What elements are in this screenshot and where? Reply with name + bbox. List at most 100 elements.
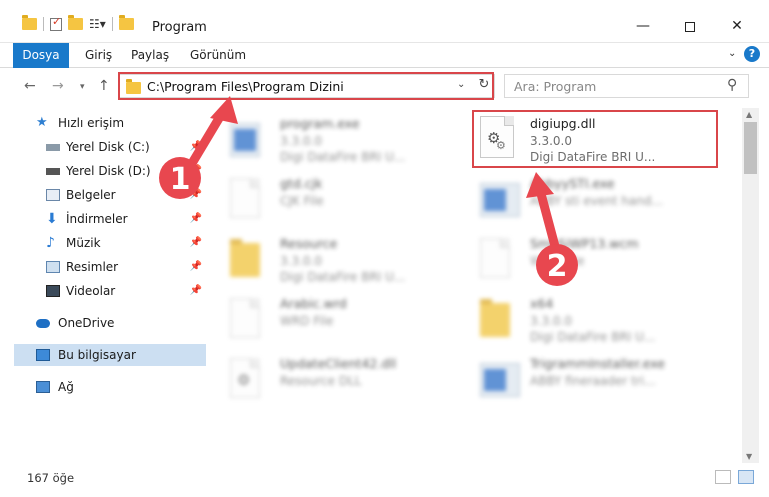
file-type: WCM File (530, 254, 585, 268)
search-input[interactable]: Ara: Program (514, 79, 596, 94)
download-icon: ⬇ (46, 211, 58, 227)
new-folder-icon[interactable] (68, 15, 83, 30)
up-button[interactable]: ↑ (98, 78, 110, 94)
file-name: SmbSiWP13.wcm (530, 236, 639, 251)
sidebar-item-label: OneDrive (58, 316, 115, 330)
list-item[interactable]: gtd.cjk CJK File (220, 172, 460, 230)
sidebar-item-videos[interactable]: Videolar 📌 (28, 280, 206, 302)
sidebar-item-label: Hızlı erişim (58, 116, 125, 130)
folder-icon (22, 15, 37, 30)
tab-file[interactable]: Dosya (13, 43, 69, 68)
help-icon[interactable]: ? (744, 46, 760, 62)
file-icon (480, 238, 516, 282)
sidebar-item-this-pc[interactable]: Bu bilgisayar (14, 344, 206, 366)
file-name: gtd.cjk (280, 176, 323, 191)
file-name: program.exe (280, 116, 360, 131)
title-bar: ☷▾ Program — ✕ (0, 0, 769, 43)
file-name: Resource (280, 236, 338, 251)
list-item[interactable]: program.exe 3.3.0.0 Digi DataFire BRI U.… (220, 112, 460, 170)
scroll-down-icon[interactable]: ▼ (746, 452, 752, 461)
file-version: 3.3.0.0 (530, 314, 572, 328)
recent-locations-button[interactable]: ▾ (80, 82, 85, 92)
file-name: AbbyySTI.exe (530, 176, 615, 191)
computer-icon (36, 349, 50, 361)
file-type: CJK File (280, 194, 324, 208)
sidebar-item-label: Videolar (66, 284, 116, 298)
sidebar-item-pictures[interactable]: Resimler 📌 (28, 256, 206, 278)
minimize-button[interactable]: — (620, 18, 666, 38)
list-item[interactable]: AbbyySTI.exe ABBY sti event hand... (470, 172, 710, 230)
maximize-button[interactable] (667, 18, 713, 38)
music-icon: ♪ (46, 235, 55, 251)
scroll-up-icon[interactable]: ▲ (746, 110, 752, 119)
search-box[interactable]: Ara: Program ⚲ (504, 74, 749, 98)
sidebar-item-quick-access[interactable]: ★ Hızlı erişim (14, 112, 206, 134)
file-description: Digi DataFire BRI U... (280, 150, 406, 164)
tab-home[interactable]: Giriş (85, 43, 112, 68)
video-icon (46, 285, 60, 297)
sidebar-item-onedrive[interactable]: OneDrive (14, 312, 206, 334)
close-button[interactable]: ✕ (714, 18, 760, 38)
pin-icon[interactable]: 📌 (190, 136, 202, 158)
window-folder-icon (118, 15, 134, 30)
sidebar-item-network[interactable]: Ağ (14, 376, 206, 398)
folder-icon (230, 238, 266, 282)
list-item[interactable]: x64 3.3.0.0 Digi DataFire BRI U... (470, 292, 710, 350)
pin-icon[interactable]: 📌 (190, 232, 202, 254)
sidebar-item-disk-c[interactable]: Yerel Disk (C:) 📌 (28, 136, 206, 158)
file-name: UpdateClient42.dll (280, 356, 397, 371)
address-dropdown-icon[interactable]: ⌄ (457, 79, 465, 90)
list-item[interactable]: SmbSiWP13.wcm WCM File (470, 232, 710, 290)
file-description: ABBY fineraader tri... (530, 374, 656, 388)
ribbon-tabs: Dosya Giriş Paylaş Görünüm (0, 43, 769, 68)
file-list: program.exe 3.3.0.0 Digi DataFire BRI U.… (220, 108, 740, 463)
search-icon[interactable]: ⚲ (727, 77, 737, 93)
sidebar-item-label: Yerel Disk (C:) (66, 140, 150, 154)
pin-icon[interactable]: 📌 (190, 208, 202, 230)
navigation-pane: ★ Hızlı erişim Yerel Disk (C:) 📌 Yerel D… (0, 108, 210, 463)
folder-icon (480, 298, 516, 342)
address-path[interactable]: C:\Program Files\Program Dizini (147, 79, 344, 94)
ribbon-expand-icon[interactable]: ⌄ (728, 48, 736, 59)
file-version: 3.3.0.0 (280, 254, 322, 268)
scrollbar-thumb[interactable] (744, 122, 757, 174)
file-description: Digi DataFire BRI U... (530, 330, 656, 344)
list-item[interactable]: Resource 3.3.0.0 Digi DataFire BRI U... (220, 232, 460, 290)
pin-icon[interactable]: 📌 (190, 184, 202, 206)
list-item[interactable]: Arabic.wrd WRD File (220, 292, 460, 350)
sidebar-item-documents[interactable]: Belgeler 📌 (28, 184, 206, 206)
sidebar-item-label: Müzik (66, 236, 101, 250)
back-button[interactable]: ← (24, 78, 36, 94)
sidebar-item-disk-d[interactable]: Yerel Disk (D:) 📌 (28, 160, 206, 182)
refresh-icon[interactable]: ↻ (475, 77, 493, 95)
tab-share[interactable]: Paylaş (131, 43, 169, 68)
list-item[interactable]: ⚙ UpdateClient42.dll Resource DLL (220, 352, 460, 410)
dll-icon: ⚙ (230, 358, 266, 402)
details-view-icon[interactable] (715, 470, 731, 484)
list-item[interactable]: TrigrammInstaller.exe ABBY fineraader tr… (470, 352, 710, 410)
pin-icon[interactable]: 📌 (190, 160, 202, 182)
star-icon: ★ (36, 115, 48, 130)
file-description: ABBY sti event hand... (530, 194, 663, 208)
file-name: digiupg.dll (530, 116, 596, 131)
pictures-icon (46, 261, 60, 273)
vertical-scrollbar[interactable]: ▲ ▼ (742, 108, 759, 463)
pin-icon[interactable]: 📌 (190, 280, 202, 302)
tiles-view-icon[interactable] (738, 470, 754, 484)
tab-view[interactable]: Görünüm (190, 43, 246, 68)
address-bar[interactable]: C:\Program Files\Program Dizini ⌄ ↻ (119, 74, 495, 98)
sidebar-item-music[interactable]: ♪ Müzik 📌 (28, 232, 206, 254)
documents-icon (46, 189, 60, 201)
file-description: Digi DataFire BRI U... (530, 150, 656, 164)
file-name: TrigrammInstaller.exe (530, 356, 665, 371)
status-bar: 167 öğe (0, 465, 769, 497)
separator (43, 17, 44, 31)
list-item-digiupg-dll[interactable]: ⚙ ⚙ digiupg.dll 3.3.0.0 Digi DataFire BRI… (470, 112, 710, 170)
qa-dropdown-icon[interactable]: ☷▾ (89, 17, 106, 31)
sidebar-item-label: İndirmeler (66, 212, 128, 226)
file-icon (230, 178, 266, 222)
properties-icon[interactable] (50, 15, 62, 31)
pin-icon[interactable]: 📌 (190, 256, 202, 278)
forward-button[interactable]: → (52, 78, 64, 94)
sidebar-item-downloads[interactable]: ⬇ İndirmeler 📌 (28, 208, 206, 230)
